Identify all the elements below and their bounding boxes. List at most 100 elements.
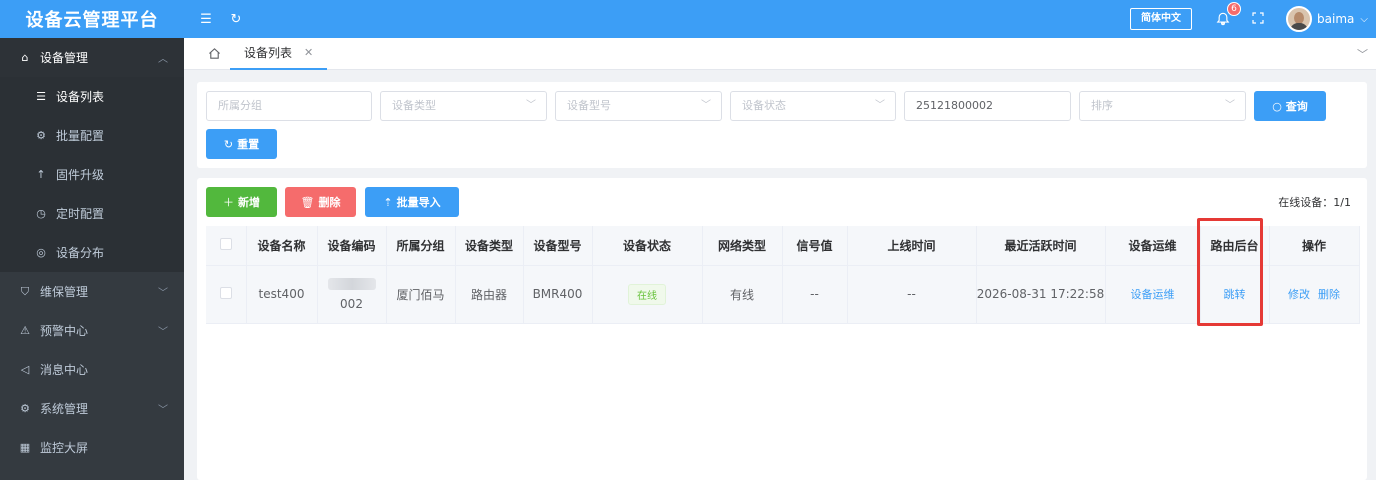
add-button[interactable]: ＋ 新增 (206, 187, 277, 217)
reset-label: 重置 (237, 138, 260, 151)
sort-select[interactable]: 排序 ﹀ (1079, 91, 1246, 121)
delete-button[interactable]: 🗑 删除 (285, 187, 356, 217)
chevron-down-icon: ﹀ (158, 288, 168, 299)
chevron-down-icon: ﹀ (158, 327, 168, 338)
chevron-up-icon: ︿ (158, 54, 168, 65)
serial-input[interactable]: 25121800002 (904, 91, 1071, 121)
actions-cell: 修改 删除 (1269, 265, 1360, 324)
alarm-icon: ⚠ (20, 324, 30, 337)
submenu-device: ☰ 设备列表 ⚙ 批量配置 ↑ 固件升级 ◷ 定时配置 ◎ 设备分布 (0, 77, 184, 272)
delete-label: 删除 (318, 196, 341, 209)
tab-device-list[interactable]: 设备列表 ✕ (230, 38, 328, 70)
avatar[interactable] (1286, 6, 1313, 32)
sidebar-item-device-list[interactable]: ☰ 设备列表 (0, 77, 184, 116)
table-header-row: 设备名称 设备编码 所属分组 设备类型 设备型号 设备状态 网络类型 信号值 上… (206, 226, 1360, 266)
import-label: 批量导入 (396, 196, 441, 209)
language-button[interactable]: 简体中文 (1130, 8, 1193, 30)
sidebar-item-schedule[interactable]: ◷ 定时配置 (0, 194, 184, 233)
sidebar-item-label: 预警中心 (40, 324, 89, 338)
sidebar: ⌂ 设备管理 ︿ ☰ 设备列表 ⚙ 批量配置 ↑ 固件升级 ◷ 定时配置 ◎ 设… (0, 38, 184, 480)
select-all-checkbox[interactable] (219, 237, 232, 250)
sidebar-item-system[interactable]: ⚙ 系统管理 ﹀ (0, 389, 184, 428)
tabs-bar: 设备列表 ✕ ﹀ (184, 38, 1376, 70)
gear-icon: ⚙ (36, 129, 46, 142)
column-header: 信号值 (782, 226, 848, 266)
username[interactable]: baima (1317, 12, 1354, 26)
device-icon: ⌂ (21, 51, 29, 64)
batch-import-button[interactable]: ⇡ 批量导入 (365, 187, 459, 217)
sidebar-item-label: 维保管理 (40, 285, 89, 299)
sidebar-item-label: 监控大屏 (40, 441, 89, 455)
sidebar-item-messages[interactable]: ◁ 消息中心 (0, 350, 184, 389)
device-name: test400 (246, 265, 318, 324)
redacted-code (327, 277, 376, 290)
filter-panel: 所属分组 设备类型 ﹀ 设备型号 ﹀ 设备状态 ﹀ 25121800002 排序… (197, 82, 1367, 168)
chevron-down-icon: ﹀ (1225, 100, 1235, 111)
arrow-up-icon: ↑ (36, 168, 46, 181)
sidebar-item-dashboard[interactable]: ▦ 监控大屏 (0, 428, 184, 467)
sidebar-item-batch-config[interactable]: ⚙ 批量配置 (0, 116, 184, 155)
app-title: 设备云管理平台 (25, 10, 159, 31)
device-group: 厦门佰马 (386, 265, 456, 324)
column-header: 设备类型 (455, 226, 524, 266)
device-type: 路由器 (455, 265, 524, 324)
select-placeholder: 设备状态 (742, 99, 786, 112)
device-code: 002 (340, 296, 363, 311)
last-active-time: 2026-08-31 17:22:58 (976, 265, 1106, 324)
chevron-down-icon: ﹀ (701, 100, 711, 111)
sidebar-item-label: 设备管理 (40, 51, 89, 65)
device-status-select[interactable]: 设备状态 ﹀ (730, 91, 896, 121)
menu-toggle-icon[interactable]: ☰ (198, 11, 214, 27)
sidebar-item-label: 消息中心 (40, 363, 89, 377)
chevron-down-icon[interactable]: ⌵ (1360, 14, 1368, 25)
column-header: 设备型号 (523, 226, 593, 266)
online-devices-count: 在线设备：1/1 (1278, 196, 1351, 209)
bell-icon (1216, 12, 1230, 26)
tab-label: 设备列表 (244, 46, 293, 60)
chevron-down-icon: ﹀ (158, 405, 168, 416)
column-header: 路由后台 (1200, 226, 1270, 266)
online-time: -- (847, 265, 977, 324)
router-admin-cell: 跳转 (1200, 265, 1270, 324)
home-icon[interactable] (198, 38, 230, 70)
device-ops-link[interactable]: 设备运维 (1131, 288, 1175, 301)
settings-icon: ⚙ (20, 402, 30, 415)
shield-icon: ⛉ (20, 284, 30, 298)
trash-icon: 🗑 (300, 195, 315, 209)
refresh-icon: ↻ (223, 137, 234, 151)
sidebar-item-distribution[interactable]: ◎ 设备分布 (0, 233, 184, 272)
device-table-panel: ＋ 新增 🗑 删除 ⇡ 批量导入 在线设备：1/1 设备名称 设备编码 所属分组… (197, 178, 1367, 480)
reset-button[interactable]: ↻ 重置 (206, 129, 277, 159)
sidebar-item-label: 定时配置 (56, 207, 105, 221)
query-button[interactable]: ○ 查询 (1254, 91, 1326, 121)
select-placeholder: 设备类型 (392, 99, 436, 112)
edit-link[interactable]: 修改 (1288, 288, 1310, 301)
notification-bell[interactable]: 6 (1214, 2, 1242, 28)
row-select-cell (206, 265, 247, 324)
search-icon: ○ (1272, 99, 1282, 113)
router-jump-link[interactable]: 跳转 (1224, 288, 1246, 301)
row-checkbox[interactable] (219, 286, 232, 299)
column-header: 最近活跃时间 (976, 226, 1106, 266)
device-ops-cell: 设备运维 (1105, 265, 1201, 324)
sidebar-item-maintenance[interactable]: ⛉ 维保管理 ﹀ (0, 272, 184, 311)
delete-link[interactable]: 删除 (1318, 288, 1340, 301)
device-model-select[interactable]: 设备型号 ﹀ (555, 91, 722, 121)
select-placeholder: 排序 (1091, 99, 1113, 112)
status-badge: 在线 (628, 283, 666, 305)
sidebar-item-firmware[interactable]: ↑ 固件升级 (0, 155, 184, 194)
device-status-cell: 在线 (592, 265, 703, 324)
chevron-down-icon[interactable]: ﹀ (1357, 46, 1368, 62)
device-model: BMR400 (523, 265, 593, 324)
refresh-icon[interactable]: ↻ (228, 11, 244, 27)
sidebar-item-alerts[interactable]: ⚠ 预警中心 ﹀ (0, 311, 184, 350)
sidebar-item-label: 设备列表 (56, 90, 105, 104)
select-placeholder: 设备型号 (567, 99, 611, 112)
column-header: 设备编码 (317, 226, 387, 266)
group-input[interactable]: 所属分组 (206, 91, 372, 121)
sidebar-item-device-management[interactable]: ⌂ 设备管理 ︿ (0, 38, 184, 77)
fullscreen-icon[interactable] (1252, 11, 1264, 27)
device-type-select[interactable]: 设备类型 ﹀ (380, 91, 547, 121)
column-header: 上线时间 (847, 226, 977, 266)
close-icon[interactable]: ✕ (304, 46, 313, 59)
